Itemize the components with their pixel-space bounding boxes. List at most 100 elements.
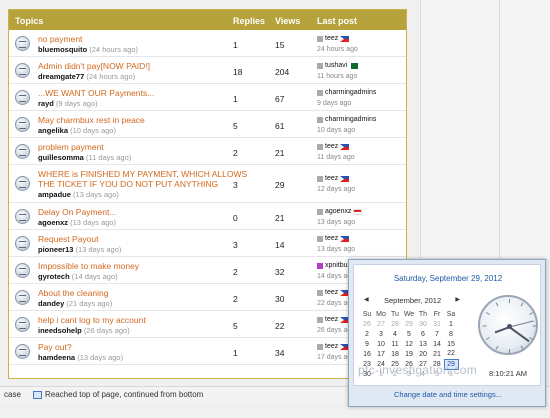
last-post-username[interactable]: teez — [325, 235, 338, 242]
topic-author[interactable]: ineedsohelp — [38, 326, 82, 335]
topic-author[interactable]: rayd — [38, 99, 54, 108]
calendar-day[interactable]: 29 — [402, 319, 416, 329]
last-post-username[interactable]: teez — [325, 289, 338, 296]
last-post-username[interactable]: tushavi — [325, 62, 347, 69]
avatar-icon — [317, 316, 323, 323]
calendar-day[interactable]: 6 — [416, 329, 430, 339]
view-count: 34 — [275, 348, 285, 358]
topic-icon — [15, 317, 30, 332]
calendar-day[interactable]: 28 — [388, 319, 402, 329]
last-post-username[interactable]: teez — [325, 316, 338, 323]
topic-title-link[interactable]: WHERE is FINISHED MY PAYMENT, WHICH ALLO… — [38, 169, 247, 179]
calendar-day[interactable]: 1 — [444, 319, 458, 329]
clock-tick — [520, 345, 524, 350]
long-date-link[interactable]: Saturday, September 29, 2012 — [354, 274, 542, 283]
second-hand — [509, 320, 534, 328]
topic-byline: agoenxz (13 days ago) — [38, 218, 116, 227]
topic-author[interactable]: bluemosquito — [38, 45, 87, 54]
last-post-username[interactable]: teez — [325, 343, 338, 350]
id-flag-icon — [353, 208, 363, 215]
calendar-day[interactable]: 8 — [444, 329, 458, 339]
calendar-day[interactable]: 30 — [416, 319, 430, 329]
topic-icon — [15, 290, 30, 305]
calendar-day[interactable]: 21 — [430, 349, 444, 359]
topic-author[interactable]: agoenxz — [38, 218, 68, 227]
calendar-day[interactable]: 20 — [416, 349, 430, 359]
topic-title-link[interactable]: Admin didn't pay[NOW PAID!] — [38, 61, 150, 71]
next-month-icon[interactable]: ▶ — [455, 296, 460, 303]
topic-title-link[interactable]: Pay out? — [38, 342, 72, 352]
topic-title-link[interactable]: Request Payout — [38, 234, 98, 244]
reply-count: 18 — [233, 67, 243, 77]
last-post-user: teez — [317, 175, 350, 182]
find-wrap-icon — [33, 390, 42, 399]
calendar-day[interactable]: 13 — [416, 339, 430, 349]
topic-age: (21 days ago) — [66, 299, 113, 308]
clock-tick — [529, 337, 534, 340]
topic-title-link[interactable]: no payment — [38, 34, 82, 44]
calendar-day[interactable]: 5 — [402, 329, 416, 339]
calendar-day[interactable]: 10 — [374, 339, 388, 349]
topic-title-link[interactable]: help i cant log to my account — [38, 315, 146, 325]
find-status-message: Reached top of page, continued from bott… — [45, 390, 204, 399]
calendar-month-label[interactable]: September, 2012 — [384, 296, 441, 305]
calendar-day[interactable]: 22 — [444, 349, 458, 359]
topic-age: (9 days ago) — [55, 99, 98, 108]
topic-title-link[interactable]: Impossible to make money — [38, 261, 139, 271]
last-post-username[interactable]: teez — [325, 143, 338, 150]
prev-month-icon[interactable]: ◀ — [364, 296, 369, 303]
calendar-day[interactable]: 4 — [388, 329, 402, 339]
topic-byline: dandey (21 days ago) — [38, 299, 112, 308]
last-post-username[interactable]: teez — [325, 175, 338, 182]
reply-count: 2 — [233, 267, 238, 277]
reply-count: 1 — [233, 348, 238, 358]
table-row: problem payment guillesomma (11 days ago)… — [9, 138, 406, 165]
topic-byline: angelika (10 days ago) — [38, 126, 116, 135]
calendar-day[interactable]: 7 — [430, 329, 444, 339]
ph-flag-icon — [340, 143, 350, 150]
last-post-time: 11 hours ago — [317, 73, 358, 80]
calendar-day[interactable]: 14 — [430, 339, 444, 349]
topic-title-link[interactable]: Delay On Payment... — [38, 207, 116, 217]
reply-count: 0 — [233, 213, 238, 223]
last-post-username[interactable]: agoenxz — [325, 208, 351, 215]
calendar-day[interactable]: 19 — [402, 349, 416, 359]
calendar-day[interactable]: 15 — [444, 339, 458, 349]
calendar-day[interactable]: 31 — [430, 319, 444, 329]
topic-author[interactable]: hamdeena — [38, 353, 75, 362]
table-row: help i cant log to my account ineedsohelp… — [9, 311, 406, 338]
topic-author[interactable]: dandey — [38, 299, 64, 308]
topic-author[interactable]: ampadue — [38, 190, 71, 199]
topic-title-link[interactable]: May charmbux rest in peace — [38, 115, 145, 125]
last-post-username[interactable]: charmingadmins — [325, 116, 376, 123]
topic-title-link[interactable]: About the cleaning — [38, 288, 108, 298]
topic-author[interactable]: guillesomma — [38, 153, 84, 162]
topic-icon — [15, 344, 30, 359]
topic-author[interactable]: dreamgate77 — [38, 72, 84, 81]
right-sidebar — [420, 0, 550, 258]
calendar-day[interactable]: 18 — [388, 349, 402, 359]
calendar-day[interactable]: 27 — [374, 319, 388, 329]
topic-byline: ineedsohelp (26 days ago) — [38, 326, 130, 335]
calendar-day[interactable]: 26 — [360, 319, 374, 329]
calendar-day[interactable]: 2 — [360, 329, 374, 339]
calendar-day[interactable]: 17 — [374, 349, 388, 359]
topic-byline: hamdeena (13 days ago) — [38, 353, 123, 362]
view-count: 21 — [275, 213, 285, 223]
calendar-day[interactable]: 12 — [402, 339, 416, 349]
last-post-username[interactable]: charmingadmins — [325, 89, 376, 96]
calendar-day[interactable]: 9 — [360, 339, 374, 349]
topic-title-link[interactable]: problem payment — [38, 142, 104, 152]
calendar-day[interactable]: 11 — [388, 339, 402, 349]
change-date-time-link[interactable]: Change date and time settings... — [349, 390, 547, 399]
topic-icon — [15, 236, 30, 251]
table-row: May charmbux rest in peace angelika (10 d… — [9, 111, 406, 138]
topic-author[interactable]: angelika — [38, 126, 68, 135]
calendar-day[interactable]: 16 — [360, 349, 374, 359]
calendar-day[interactable]: 3 — [374, 329, 388, 339]
topic-title-link[interactable]: ...WE WANT OUR Payments... — [38, 88, 154, 98]
topic-title-link[interactable]: THE TICKET IF YOU DO NOT PUT ANYTHING — [38, 179, 218, 189]
topic-author[interactable]: gyrotech — [38, 272, 70, 281]
topic-author[interactable]: pioneer13 — [38, 245, 73, 254]
last-post-username[interactable]: teez — [325, 35, 338, 42]
